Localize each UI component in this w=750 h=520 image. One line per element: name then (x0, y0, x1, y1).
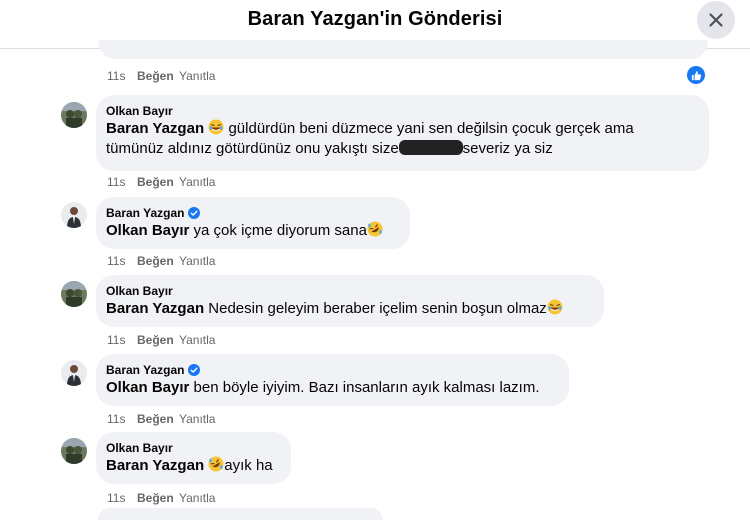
previous-comment-actions: 11s Beğen Yanıtla (107, 69, 215, 83)
close-button[interactable] (697, 1, 735, 39)
reply-button[interactable]: Yanıtla (179, 333, 215, 347)
reply-button[interactable]: Yanıtla (179, 491, 215, 505)
like-reaction-icon[interactable] (687, 66, 705, 84)
mention-link[interactable]: Olkan Bayır (106, 222, 189, 239)
avatar[interactable] (61, 102, 87, 128)
reply-button[interactable]: Yanıtla (179, 69, 215, 83)
comment-author[interactable]: Baran Yazgan (106, 362, 557, 378)
mention-link[interactable]: Baran Yazgan (106, 300, 204, 317)
comment-text: Baran Yazgan ayık ha (106, 456, 279, 476)
rofl-emoji-icon (208, 456, 224, 472)
comment-author[interactable]: Baran Yazgan (106, 205, 398, 221)
reply-button[interactable]: Yanıtla (179, 412, 215, 426)
comment-actions: 11s Beğen Yanıtla (107, 175, 215, 189)
like-button[interactable]: Beğen (137, 69, 179, 83)
mention-link[interactable]: Baran Yazgan (106, 457, 204, 474)
comment-time[interactable]: 11s (107, 412, 137, 426)
comment-author[interactable]: Olkan Bayır (106, 440, 279, 456)
redacted-text (398, 140, 463, 155)
mention-link[interactable]: Olkan Bayır (106, 379, 189, 396)
comment-actions: 11s Beğen Yanıtla (107, 491, 215, 505)
comment-time[interactable]: 11s (107, 491, 137, 505)
comment-bubble: Baran Yazgan Olkan Bayır ben böyle iyiyi… (96, 354, 569, 406)
comment-author[interactable]: Olkan Bayır (106, 103, 697, 119)
like-button[interactable]: Beğen (137, 175, 179, 189)
comment-text: Olkan Bayır ya çok içme diyorum sana (106, 221, 398, 241)
like-button[interactable]: Beğen (137, 412, 179, 426)
comment-bubble: Baran Yazgan Olkan Bayır ya çok içme diy… (96, 197, 410, 249)
comment-time[interactable]: 11s (107, 333, 137, 347)
comment-text: Baran Yazgan güldürdün beni düzmece yani… (106, 119, 634, 157)
avatar[interactable] (61, 438, 87, 464)
comment-bubble: Olkan Bayır Baran Yazgan güldürdün beni … (96, 95, 709, 171)
comment-author[interactable]: Olkan Bayır (106, 283, 592, 299)
reply-button[interactable]: Yanıtla (179, 254, 215, 268)
avatar[interactable] (61, 281, 87, 307)
previous-comment-bubble (98, 40, 708, 59)
comment-bubble: Olkan Bayır Baran Yazgan Nedesin geleyim… (96, 275, 604, 327)
laughing-emoji-icon (208, 119, 224, 135)
comment-time[interactable]: 11s (107, 69, 137, 83)
avatar[interactable] (61, 360, 87, 386)
comment-time[interactable]: 11s (107, 254, 137, 268)
close-icon (709, 13, 723, 27)
laughing-emoji-icon (547, 299, 563, 315)
comment-actions: 11s Beğen Yanıtla (107, 254, 215, 268)
comment-text: Baran Yazgan Nedesin geleyim beraber içe… (106, 299, 592, 319)
comment-actions: 11s Beğen Yanıtla (107, 412, 215, 426)
verified-badge-icon (188, 364, 200, 376)
dialog-title: Baran Yazgan'in Gönderisi (247, 8, 503, 30)
next-comment-bubble (98, 508, 383, 520)
comment-time[interactable]: 11s (107, 175, 137, 189)
avatar[interactable] (61, 202, 87, 228)
comment-bubble: Olkan Bayır Baran Yazgan ayık ha (96, 432, 291, 484)
like-button[interactable]: Beğen (137, 254, 179, 268)
comment-actions: 11s Beğen Yanıtla (107, 333, 215, 347)
mention-link[interactable]: Baran Yazgan (106, 120, 204, 137)
like-button[interactable]: Beğen (137, 333, 179, 347)
reply-button[interactable]: Yanıtla (179, 175, 215, 189)
comment-text: Olkan Bayır ben böyle iyiyim. Bazı insan… (106, 379, 540, 396)
like-button[interactable]: Beğen (137, 491, 179, 505)
rofl-emoji-icon (367, 221, 383, 237)
verified-badge-icon (188, 207, 200, 219)
